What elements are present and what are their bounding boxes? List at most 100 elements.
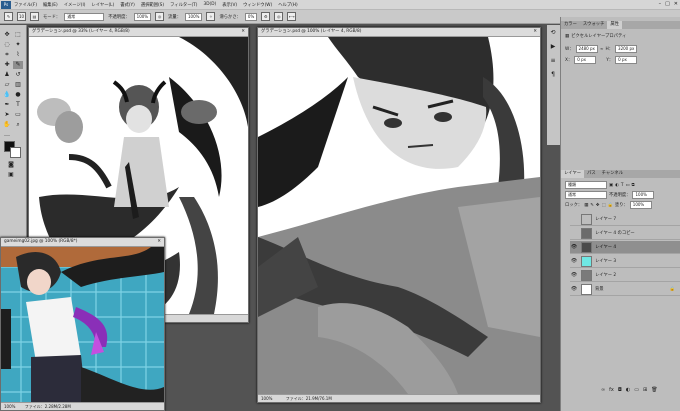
screen-mode-icon[interactable]: ▣ [6,171,16,179]
pressure-opacity-icon[interactable]: ◎ [155,12,165,21]
type-tool-icon[interactable]: T [13,101,23,109]
actions-icon[interactable]: ▶ [548,43,558,51]
lock-all-icon[interactable]: 🔒 [608,203,613,208]
document-window-small[interactable]: gameimg02.jpg @ 100% (RGB/8*) ✕ 100% ファイ… [0,237,165,411]
filter-type-icon[interactable]: T [621,183,624,188]
filter-shape-icon[interactable]: ▭ [625,183,629,188]
menu-select[interactable]: 選択範囲(S) [138,2,167,8]
filter-smart-icon[interactable]: ⧉ [632,183,635,188]
layer-kind-select[interactable]: 種類 [565,181,607,189]
new-layer-icon[interactable]: ⊞ [643,387,647,393]
close-icon[interactable]: ✕ [533,28,537,36]
layer-row[interactable]: 👁 レイヤー 3 [570,255,680,268]
close-icon[interactable]: ✕ [157,238,161,246]
brush-settings-icon[interactable]: ▤ [30,12,39,21]
adjustment-layer-icon[interactable]: ◐ [626,387,630,393]
new-group-icon[interactable]: ▭ [634,387,639,393]
menu-3d[interactable]: 3D(D) [200,2,219,7]
maximize-icon[interactable]: □ [665,1,670,7]
canvas-main[interactable] [258,37,540,394]
paragraph-icon[interactable]: ¶ [548,71,558,79]
gear-icon[interactable]: ⚙ [261,12,271,21]
layer-style-icon[interactable]: fx [609,387,614,393]
tab-properties[interactable]: 属性 [607,21,622,29]
y-field[interactable]: 0 px [615,56,638,64]
quick-mask-icon[interactable]: ◙ [6,161,16,169]
background-color-swatch[interactable] [10,147,21,158]
add-mask-icon[interactable]: ◘ [618,387,622,393]
flow-field[interactable]: 100% [185,12,203,21]
menu-type[interactable]: 書式(Y) [117,2,138,8]
document-tab-left[interactable]: グラデーション.psd @ 33% (レイヤー 4, RGB/8) ✕ [29,28,248,37]
lock-artboard-icon[interactable]: ⬚ [601,203,605,208]
tab-swatches[interactable]: スウォッチ [580,21,607,29]
menu-image[interactable]: イメージ(I) [61,2,89,8]
lock-transparent-icon[interactable]: ▦ [584,203,588,208]
link-icon[interactable]: ∞ [600,47,604,52]
opacity-field[interactable]: 100% [133,12,152,21]
visibility-eye-icon[interactable]: 👁 [570,258,578,264]
close-icon[interactable]: ✕ [241,28,245,36]
visibility-eye-icon[interactable]: 👁 [570,272,578,278]
menu-window[interactable]: ウィンドウ(W) [240,2,275,8]
menu-file[interactable]: ファイル(F) [11,2,40,8]
symmetry-icon[interactable]: ⟷ [287,12,297,21]
width-field[interactable]: 2480 px [575,45,598,53]
move-tool-icon[interactable]: ✥ [2,31,12,39]
hand-tool-icon[interactable]: ✋ [2,121,12,129]
document-tab-small[interactable]: gameimg02.jpg @ 100% (RGB/8*) ✕ [1,238,164,247]
menu-view[interactable]: 表示(V) [219,2,240,8]
eyedropper-tool-icon[interactable]: ⌇ [13,51,23,59]
menu-help[interactable]: ヘルプ(H) [275,2,300,8]
airbrush-icon[interactable]: ✧ [206,12,216,21]
stamp-tool-icon[interactable]: ♟ [2,71,12,79]
dodge-tool-icon[interactable]: ● [13,91,23,99]
more-tools-icon[interactable]: … [2,131,12,139]
zoom-tool-icon[interactable]: ⌕ [13,121,23,129]
blur-tool-icon[interactable]: 💧 [2,91,12,99]
mode-select[interactable]: 通常 [64,12,105,21]
document-window-main[interactable]: グラデーション.psd @ 100% (レイヤー 4, RGB/8) ✕ 100… [257,27,541,403]
history-icon[interactable]: ⟲ [548,29,558,37]
marquee-tool-icon[interactable]: ⬚ [13,31,23,39]
minimize-icon[interactable]: – [659,1,662,7]
document-tab-main[interactable]: グラデーション.psd @ 100% (レイヤー 4, RGB/8) ✕ [258,28,540,37]
lock-move-icon[interactable]: ✥ [596,203,600,208]
canvas-small[interactable] [1,247,164,402]
layer-row[interactable]: 👁 レイヤー 4 [570,241,680,254]
shape-tool-icon[interactable]: ▭ [13,111,23,119]
brush-preset-picker[interactable]: 10 [17,12,26,21]
pressure-size-icon[interactable]: ◎ [274,12,284,21]
visibility-eye-icon[interactable]: 👁 [570,286,578,292]
layer-row[interactable]: 👁 レイヤー 2 [570,269,680,282]
zoom-level[interactable]: 100% [261,396,272,401]
height-field[interactable]: 3200 px [615,45,638,53]
layer-row[interactable]: レイヤー 7 [570,213,680,226]
brush-tool-icon-active[interactable]: ✎ [13,61,23,69]
quick-select-tool-icon[interactable]: ✦ [13,41,23,49]
layer-row[interactable]: レイヤー 4 のコピー [570,227,680,240]
layer-opacity-field[interactable]: 100% [632,191,655,199]
link-layers-icon[interactable]: ∞ [601,387,605,393]
x-field[interactable]: 0 px [574,56,597,64]
lock-paint-icon[interactable]: ✎ [590,203,594,208]
healing-tool-icon[interactable]: ✚ [2,61,12,69]
gradient-tool-icon[interactable]: ▥ [13,81,23,89]
delete-layer-icon[interactable]: 🗑 [651,387,657,393]
blend-mode-select[interactable]: 通常 [565,191,607,199]
visibility-eye-icon[interactable]: 👁 [570,244,578,250]
close-icon[interactable]: ✕ [674,1,678,7]
fill-field[interactable]: 100% [629,201,652,209]
adjust-icon[interactable]: ≡ [548,57,558,65]
menu-edit[interactable]: 編集(E) [40,2,61,8]
eraser-tool-icon[interactable]: ▱ [2,81,12,89]
history-brush-icon[interactable]: ↺ [13,71,23,79]
zoom-level-small[interactable]: 100% [4,404,15,409]
crop-tool-icon[interactable]: ⌗ [2,51,12,59]
menu-layer[interactable]: レイヤー(L) [88,2,117,8]
smoothing-field[interactable]: 0% [244,12,258,21]
tab-color[interactable]: カラー [561,21,580,29]
pen-tool-icon[interactable]: ✒ [2,101,12,109]
brush-tool-icon[interactable]: ✎ [4,12,13,21]
lasso-tool-icon[interactable]: ◌ [2,41,12,49]
